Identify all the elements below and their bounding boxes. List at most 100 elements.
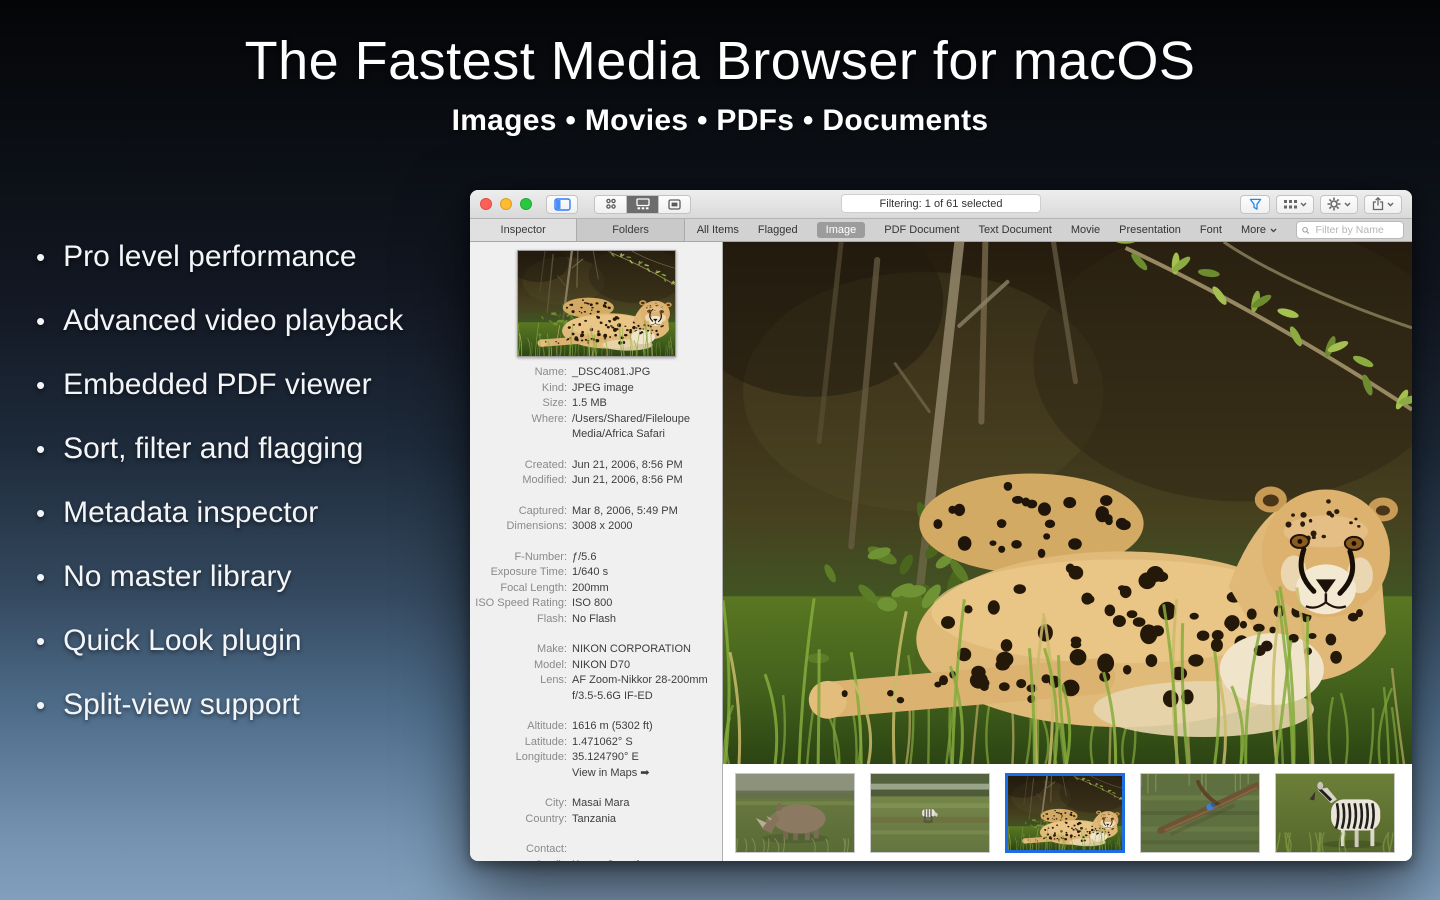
share-button[interactable] — [1364, 195, 1402, 214]
gear-icon — [1327, 197, 1341, 211]
minimize-window-button[interactable] — [500, 198, 512, 210]
filter-tab-text-document[interactable]: Text Document — [978, 224, 1051, 236]
feature-item-label: Embedded PDF viewer — [63, 368, 371, 402]
filmstrip-view-icon — [636, 198, 650, 210]
metadata-label: Flash: — [470, 612, 572, 628]
bullet-icon: • — [36, 370, 45, 401]
metadata-label: Country: — [470, 812, 572, 828]
feature-item: •Metadata inspector — [34, 492, 403, 534]
metadata-label: Created: — [470, 458, 572, 474]
cheetah-photo — [1008, 776, 1122, 850]
filter-tab-pdf-document[interactable]: PDF Document — [884, 224, 959, 236]
feature-item-label: No master library — [63, 560, 291, 594]
metadata-value: Masai Mara — [572, 796, 722, 812]
filter-search-input[interactable] — [1314, 223, 1398, 237]
metadata-value: Mar 8, 2006, 5:49 PM — [572, 504, 722, 520]
zoom-window-button[interactable] — [520, 198, 532, 210]
tab-bar: Inspector Folders All Items Flagged Image P… — [470, 219, 1412, 242]
filter-tab-label: Image — [826, 224, 857, 236]
metadata-row: City:Masai Mara — [470, 796, 722, 812]
filmstrip-thumb-zebra-field[interactable] — [870, 773, 990, 853]
close-window-button[interactable] — [480, 198, 492, 210]
metadata-row: Size:1.5 MB — [470, 396, 722, 412]
feature-item: •Pro level performance — [34, 236, 403, 278]
filter-tab-label: Font — [1200, 224, 1222, 236]
metadata-value: ƒ/5.6 — [572, 550, 722, 566]
bullet-icon: • — [36, 626, 45, 657]
traffic-lights — [480, 198, 532, 210]
bullet-icon: • — [36, 498, 45, 529]
rhino-photo — [736, 774, 854, 852]
metadata-row: Captured:Mar 8, 2006, 5:49 PM — [470, 504, 722, 520]
cheetah-photo — [723, 242, 1412, 764]
metadata-row: Longitude:35.124790° E — [470, 750, 722, 766]
metadata-label: Where: — [470, 412, 572, 443]
bullet-icon: • — [36, 562, 45, 593]
metadata-section: Name:_DSC4081.JPGKind:JPEG imageSize:1.5… — [470, 365, 722, 443]
actions-button[interactable] — [1320, 195, 1358, 214]
filter-tabs: All Items Flagged Image PDF Document Text Do… — [685, 219, 1412, 241]
metadata-value: 1616 m (5302 ft) — [572, 719, 722, 735]
toggle-sidebar-button[interactable] — [546, 195, 578, 214]
filter-tab-movie[interactable]: Movie — [1071, 224, 1100, 236]
metadata-row: View in Maps ➡ — [470, 766, 722, 782]
metadata-row: Make:NIKON CORPORATION — [470, 642, 722, 658]
metadata-value: Jun 21, 2006, 8:56 PM — [572, 458, 722, 474]
metadata-label: Focal Length: — [470, 581, 572, 597]
grid-view-button[interactable] — [595, 196, 627, 213]
filmstrip-thumb-zebra-close[interactable] — [1275, 773, 1395, 853]
filmstrip-thumb-cheetah[interactable] — [1005, 773, 1125, 853]
filter-button[interactable] — [1240, 195, 1270, 214]
window-content: Name:_DSC4081.JPGKind:JPEG imageSize:1.5… — [470, 242, 1412, 861]
toolbar-right-group — [1240, 195, 1402, 214]
filter-tab-presentation[interactable]: Presentation — [1119, 224, 1181, 236]
metadata-value: 3008 x 2000 — [572, 519, 722, 535]
filter-tab-more[interactable]: More — [1241, 224, 1277, 236]
feature-item-label: Pro level performance — [63, 240, 356, 274]
metadata-value: Kenny Carruthers — [572, 858, 722, 862]
tab-inspector[interactable]: Inspector — [470, 219, 577, 241]
metadata-label: ISO Speed Rating: — [470, 596, 572, 612]
filter-tab-all-items[interactable]: All Items — [697, 224, 739, 236]
filmstrip-thumb-rhino[interactable] — [735, 773, 855, 853]
page-title: The Fastest Media Browser for macOS — [0, 30, 1440, 92]
inspector-thumbnail — [517, 250, 676, 357]
metadata-row: Latitude:1.471062° S — [470, 735, 722, 751]
zebra-field-photo — [871, 774, 989, 852]
filter-tab-label: Flagged — [758, 224, 798, 236]
chevron-down-icon — [1300, 202, 1307, 207]
filmstrip-thumb-log-water[interactable] — [1140, 773, 1260, 853]
metadata-row: Model:NIKON D70 — [470, 658, 722, 674]
metadata-row: Dimensions:3008 x 2000 — [470, 519, 722, 535]
metadata-value — [572, 842, 722, 858]
metadata-label: Kind: — [470, 381, 572, 397]
metadata-row: Kind:JPEG image — [470, 381, 722, 397]
metadata-value: NIKON D70 — [572, 658, 722, 674]
metadata-row: Exposure Time:1/640 s — [470, 565, 722, 581]
filter-tab-font[interactable]: Font — [1200, 224, 1222, 236]
filter-tab-image[interactable]: Image — [817, 222, 866, 238]
thumbnail-size-icon — [1284, 199, 1297, 210]
filter-tab-flagged[interactable]: Flagged — [758, 224, 798, 236]
metadata-list: Name:_DSC4081.JPGKind:JPEG imageSize:1.5… — [470, 365, 722, 861]
metadata-value: 1.471062° S — [572, 735, 722, 751]
metadata-section: Captured:Mar 8, 2006, 5:49 PMDimensions:… — [470, 504, 722, 535]
metadata-row: Contact: — [470, 842, 722, 858]
metadata-label: Size: — [470, 396, 572, 412]
filter-search-field[interactable] — [1296, 221, 1404, 239]
slideshow-view-button[interactable] — [659, 196, 690, 213]
view-in-maps-link[interactable]: View in Maps ➡ — [572, 766, 722, 782]
metadata-label: F-Number: — [470, 550, 572, 566]
metadata-value: NIKON CORPORATION — [572, 642, 722, 658]
tab-folders[interactable]: Folders — [577, 219, 683, 241]
thumbnail-size-button[interactable] — [1276, 195, 1314, 214]
metadata-label: Model: — [470, 658, 572, 674]
app-window: Filtering: 1 of 61 selected — [470, 190, 1412, 861]
feature-item: •Sort, filter and flagging — [34, 428, 403, 470]
metadata-section: City:Masai MaraCountry:Tanzania — [470, 796, 722, 827]
metadata-label: Altitude: — [470, 719, 572, 735]
sidebar-tabs: Inspector Folders — [470, 219, 685, 241]
metadata-section: F-Number:ƒ/5.6Exposure Time:1/640 sFocal… — [470, 550, 722, 628]
grid-view-icon — [605, 198, 617, 210]
filmstrip-view-button[interactable] — [627, 196, 659, 213]
